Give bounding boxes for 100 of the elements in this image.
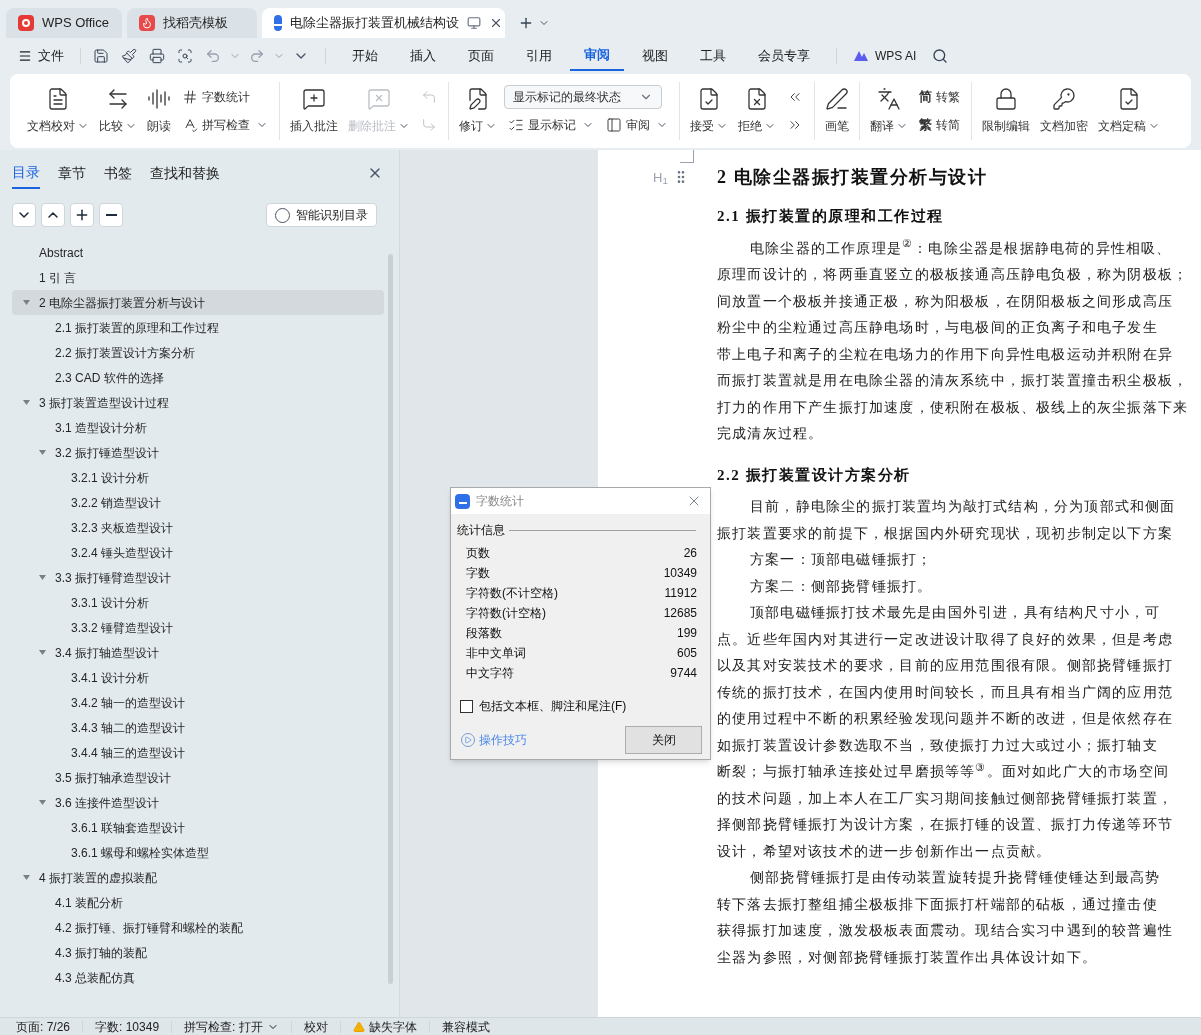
status-item[interactable]: 字数: 10349 bbox=[95, 1017, 160, 1035]
ribbon-button[interactable]: 插入批注 bbox=[287, 79, 341, 143]
sidebar-tab[interactable]: 书签 bbox=[104, 157, 132, 189]
toc-item[interactable]: Abstract bbox=[12, 240, 384, 265]
sidebar-tab[interactable]: 查找和替换 bbox=[150, 157, 220, 189]
toc-item[interactable]: 3.5 振打轴承造型设计 bbox=[12, 765, 384, 790]
menu-tab[interactable]: 开始 bbox=[338, 41, 392, 71]
outline-button[interactable] bbox=[70, 203, 94, 227]
outline-button[interactable] bbox=[99, 203, 123, 227]
ribbon-button[interactable]: 修订 bbox=[456, 79, 500, 143]
toc-item[interactable]: 3.1 造型设计分析 bbox=[12, 415, 384, 440]
expand-triangle-icon[interactable] bbox=[22, 398, 31, 407]
toc-item[interactable]: 4.3 总装配仿真 bbox=[12, 965, 384, 990]
toc-item[interactable]: 4.1 装配分析 bbox=[12, 890, 384, 915]
toc-item[interactable]: 2.3 CAD 软件的选择 bbox=[12, 365, 384, 390]
scrollbar[interactable] bbox=[388, 254, 393, 984]
ribbon-button[interactable]: 文档加密 bbox=[1037, 79, 1091, 143]
toc-item[interactable]: 3.4 振打轴造型设计 bbox=[12, 640, 384, 665]
title-tab[interactable]: 电除尘器振打装置机械结构设 bbox=[262, 8, 505, 38]
ribbon-button[interactable]: 拒绝 bbox=[735, 79, 779, 143]
ribbon-button[interactable]: 限制编辑 bbox=[979, 79, 1033, 143]
toc-item[interactable]: 4.3 振打轴的装配 bbox=[12, 940, 384, 965]
status-item[interactable]: 缺失字体 bbox=[352, 1017, 417, 1035]
expand-triangle-icon[interactable] bbox=[22, 873, 31, 882]
undo-icon[interactable] bbox=[205, 48, 221, 64]
toc-item[interactable]: 3.2.2 销造型设计 bbox=[12, 490, 384, 515]
toc-item[interactable]: 2.2 振打装置设计方案分析 bbox=[12, 340, 384, 365]
close-icon[interactable] bbox=[489, 16, 503, 30]
ribbon-button[interactable]: 比较 bbox=[96, 79, 140, 143]
toc-item[interactable]: 4.2 振打锤、振打锤臂和螺栓的装配 bbox=[12, 915, 384, 940]
status-item[interactable]: 兼容模式 bbox=[441, 1017, 490, 1035]
toc-item[interactable]: 3.3 振打锤臂造型设计 bbox=[12, 565, 384, 590]
ribbon-small-button[interactable]: 显示标记 bbox=[504, 113, 598, 137]
menu-tab[interactable]: 页面 bbox=[454, 41, 508, 71]
ribbon-icon bbox=[367, 87, 391, 111]
markup-dropdown[interactable]: 显示标记的最终状态 bbox=[504, 85, 662, 109]
ribbon-small-button[interactable]: 繁 转简 bbox=[915, 113, 964, 137]
toolbar-icon[interactable] bbox=[121, 48, 137, 64]
ribbon-button[interactable]: 接受 bbox=[687, 79, 731, 143]
menu-tab[interactable]: 工具 bbox=[686, 41, 740, 71]
menu-tab[interactable]: 会员专享 bbox=[744, 41, 824, 71]
ribbon-icon bbox=[1052, 87, 1076, 111]
expand-triangle-icon[interactable] bbox=[38, 648, 47, 657]
sidebar-tab[interactable]: 章节 bbox=[58, 157, 86, 189]
search-icon[interactable] bbox=[932, 48, 949, 64]
title-tab[interactable]: 找稻壳模板 bbox=[127, 8, 257, 38]
new-tab-icon[interactable] bbox=[518, 15, 534, 31]
toc-item[interactable]: 3.4.3 轴二的造型设计 bbox=[12, 715, 384, 740]
include-checkbox[interactable]: 包括文本框、脚注和尾注(F) bbox=[451, 697, 710, 715]
menu-tab[interactable]: 引用 bbox=[512, 41, 566, 71]
dialog-title: 字数统计 bbox=[476, 493, 524, 510]
toc-item[interactable]: 3.6 连接件造型设计 bbox=[12, 790, 384, 815]
ai-button[interactable]: WPS AI bbox=[849, 47, 921, 65]
expand-triangle-icon[interactable] bbox=[38, 448, 47, 457]
menu-tab[interactable]: 审阅 bbox=[570, 41, 624, 71]
toc-item[interactable]: 3.3.1 设计分析 bbox=[12, 590, 384, 615]
ribbon-button[interactable]: 文档校对 bbox=[24, 79, 92, 143]
toc-item[interactable]: 2 电除尘器振打装置分析与设计 bbox=[12, 290, 384, 315]
status-item[interactable]: 校对 bbox=[303, 1017, 328, 1035]
ribbon-small-button[interactable]: 简 转繁 bbox=[915, 85, 964, 109]
toc-item[interactable]: 3.6.1 联轴套造型设计 bbox=[12, 815, 384, 840]
expand-triangle-icon[interactable] bbox=[22, 298, 31, 307]
ribbon-button[interactable]: 朗读 bbox=[144, 79, 174, 143]
ribbon-button[interactable]: 翻译 bbox=[867, 79, 911, 143]
expand-triangle-icon[interactable] bbox=[38, 798, 47, 807]
expand-triangle-icon[interactable] bbox=[38, 573, 47, 582]
smart-toc-button[interactable]: 智能识别目录 bbox=[266, 203, 377, 227]
status-item[interactable]: 拼写检查: 打开 bbox=[184, 1017, 279, 1035]
toc-item[interactable]: 3.4.1 设计分析 bbox=[12, 665, 384, 690]
toolbar-icon[interactable] bbox=[93, 48, 109, 64]
toolbar-icon[interactable] bbox=[177, 48, 193, 64]
menu-tab[interactable]: 插入 bbox=[396, 41, 450, 71]
close-button[interactable]: 关闭 bbox=[625, 726, 702, 754]
toc-item[interactable]: 3.6.1 螺母和螺栓实体造型 bbox=[12, 840, 384, 865]
title-tab[interactable]: WPS Office bbox=[6, 8, 122, 38]
ribbon-small-button[interactable]: 拼写检查 bbox=[178, 113, 272, 137]
toc-item[interactable]: 3.2.3 夹板造型设计 bbox=[12, 515, 384, 540]
toc-item[interactable]: 1 引 言 bbox=[12, 265, 384, 290]
ribbon-small-button[interactable]: 审阅 bbox=[602, 113, 672, 137]
toc-item[interactable]: 3.2.1 设计分析 bbox=[12, 465, 384, 490]
stat-value: 9744 bbox=[670, 665, 697, 682]
toolbar-icon[interactable] bbox=[149, 48, 165, 64]
toc-item[interactable]: 3.4.2 轴一的造型设计 bbox=[12, 690, 384, 715]
file-menu[interactable]: 文件 bbox=[18, 46, 72, 66]
toc-item[interactable]: 3 振打装置造型设计过程 bbox=[12, 390, 384, 415]
sidebar-tab[interactable]: 目录 bbox=[12, 157, 40, 189]
ribbon-button[interactable]: 文档定稿 bbox=[1095, 79, 1163, 143]
toc-item[interactable]: 4 振打装置的虚拟装配 bbox=[12, 865, 384, 890]
ribbon-small-button[interactable]: 字数统计 bbox=[178, 85, 272, 109]
toc-item[interactable]: 3.2 振打锤造型设计 bbox=[12, 440, 384, 465]
ribbon-button[interactable]: 画笔 bbox=[822, 79, 852, 143]
checkbox[interactable] bbox=[460, 699, 473, 713]
monitor-icon[interactable] bbox=[467, 16, 481, 30]
toc-item[interactable]: 3.4.4 轴三的造型设计 bbox=[12, 740, 384, 765]
toc-item[interactable]: 3.3.2 锤臂造型设计 bbox=[12, 615, 384, 640]
redo-icon[interactable] bbox=[249, 48, 265, 64]
toc-item[interactable]: 3.2.4 锤头造型设计 bbox=[12, 540, 384, 565]
toc-item[interactable]: 2.1 振打装置的原理和工作过程 bbox=[12, 315, 384, 340]
status-item[interactable]: 页面: 7/26 bbox=[16, 1017, 71, 1035]
menu-tab[interactable]: 视图 bbox=[628, 41, 682, 71]
